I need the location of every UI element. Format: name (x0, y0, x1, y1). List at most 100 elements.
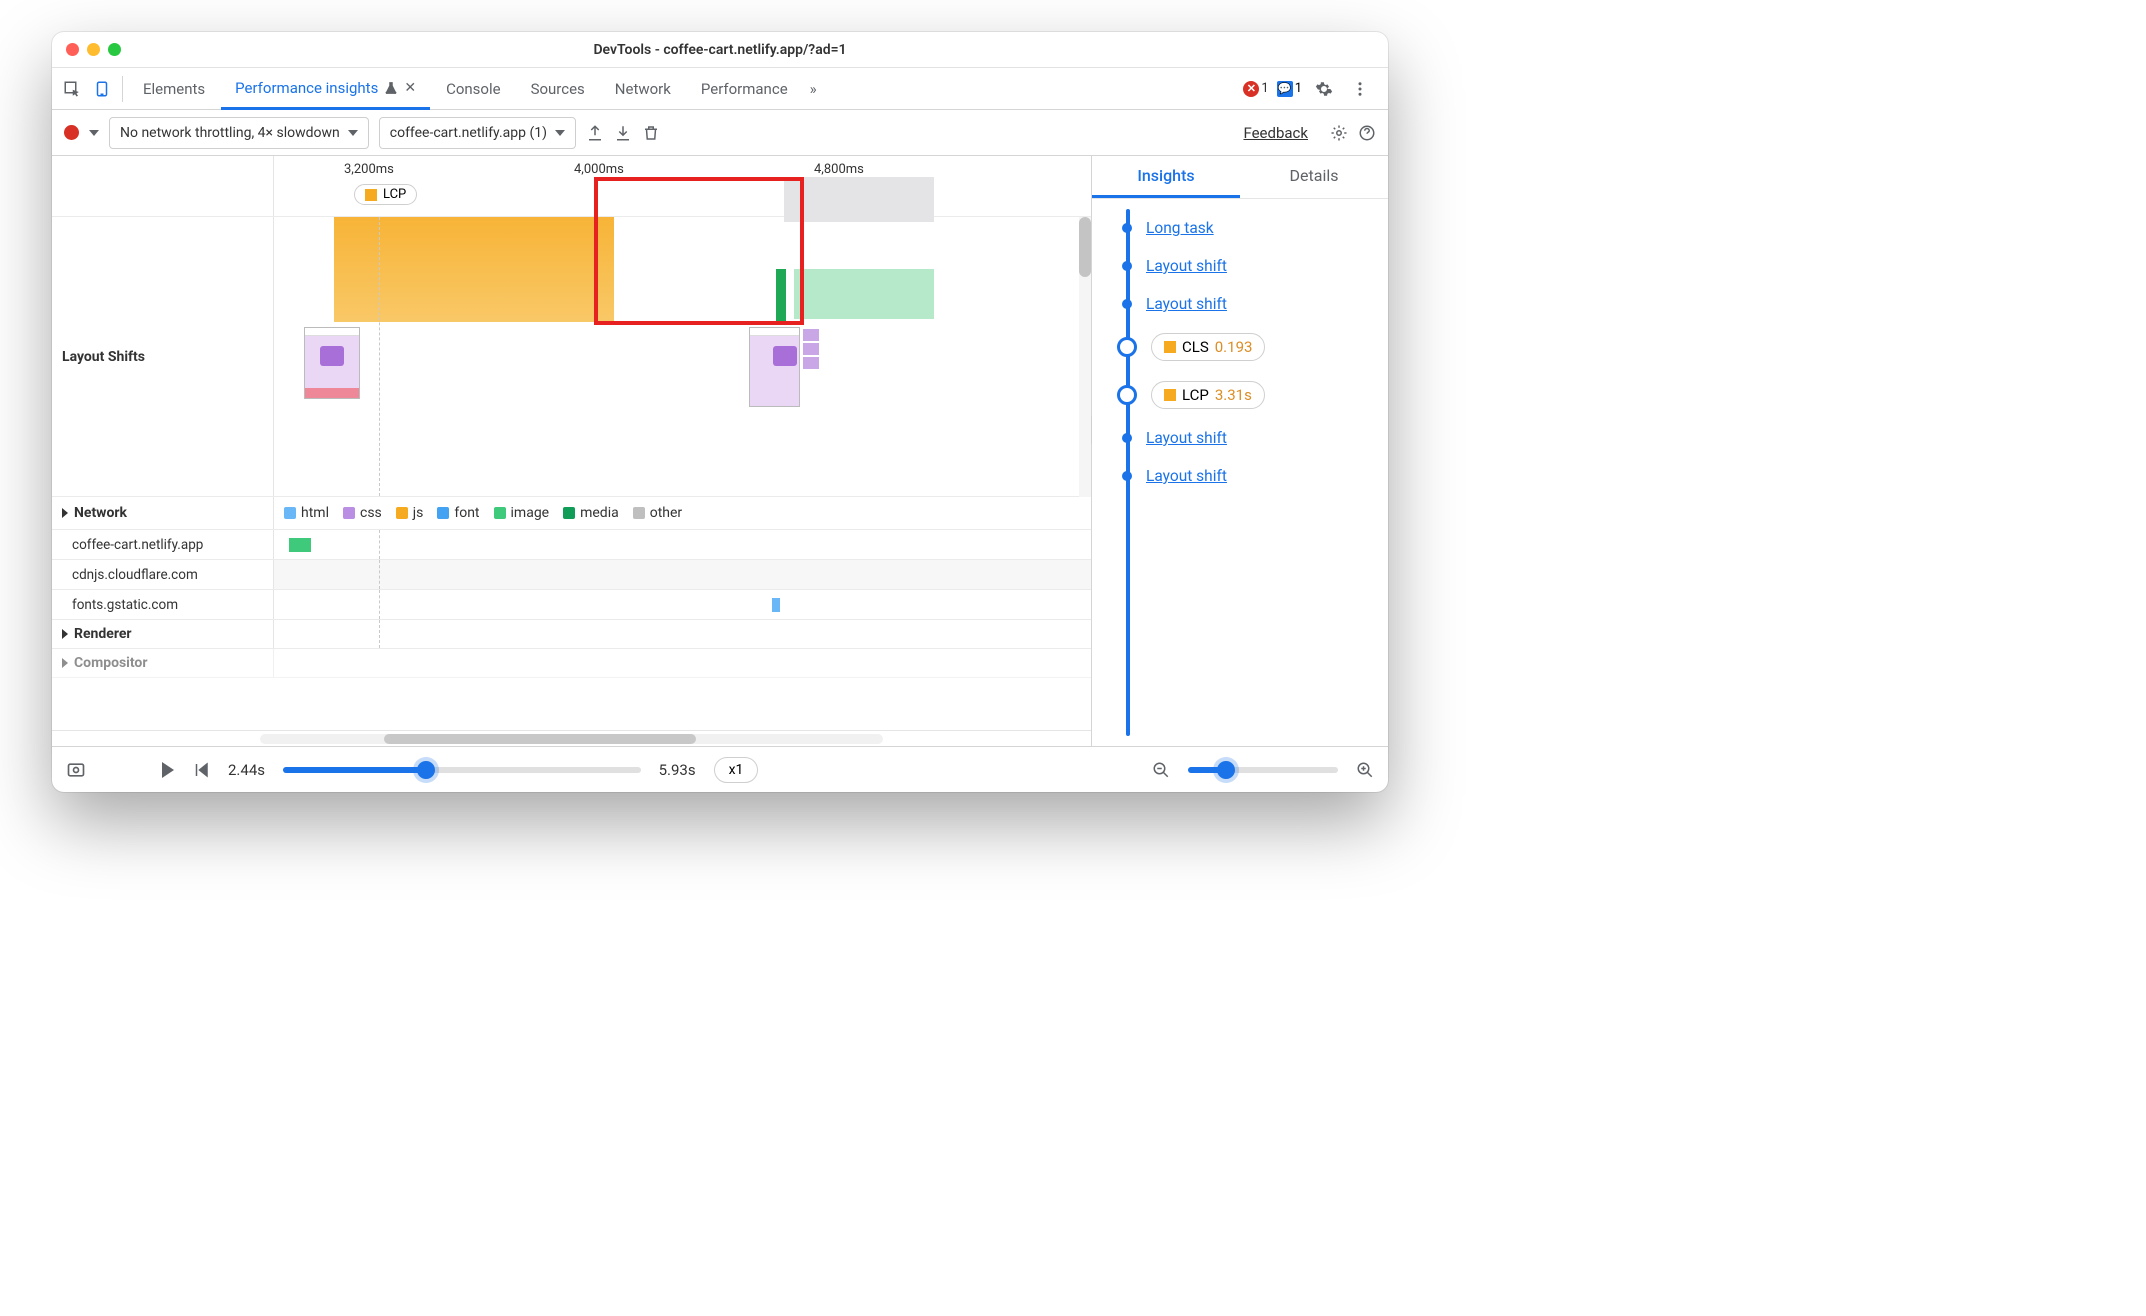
zoom-slider[interactable] (1188, 767, 1338, 773)
insight-link[interactable]: Layout shift (1146, 295, 1227, 313)
legend-other-icon (633, 507, 645, 519)
insight-link[interactable]: Layout shift (1146, 467, 1227, 485)
time-slider[interactable] (283, 767, 641, 773)
horizontal-scrollbar[interactable] (52, 730, 1091, 746)
settings-gear-icon[interactable] (1310, 75, 1338, 103)
recording-select[interactable]: coffee-cart.netlify.app (1) (379, 117, 576, 149)
inspect-icon[interactable] (58, 75, 86, 103)
legend-html-icon (284, 507, 296, 519)
green-block (794, 269, 934, 319)
insight-item[interactable]: Layout shift (1110, 285, 1388, 323)
recording-label: coffee-cart.netlify.app (1) (390, 125, 547, 141)
metric-chip[interactable]: LCP3.31s (1151, 381, 1265, 409)
compositor-label: Compositor (52, 649, 274, 677)
cls-block[interactable] (334, 217, 614, 322)
timeline-pane: › 3,200ms 4,000ms 4,800ms LCP (52, 156, 1092, 746)
vertical-scrollbar[interactable] (1079, 217, 1091, 497)
network-host-label: cdnjs.cloudflare.com (52, 560, 274, 589)
metric-chip[interactable]: CLS 0.193 (1151, 333, 1265, 361)
metric-color-icon (1164, 389, 1176, 401)
tab-performance-insights[interactable]: Performance insights ✕ (221, 68, 430, 110)
insight-item[interactable]: Layout shift (1110, 419, 1388, 457)
upload-icon[interactable] (586, 124, 604, 142)
message-count: 1 (1295, 81, 1302, 96)
disclosure-triangle-icon[interactable] (62, 658, 68, 668)
filmstrip-bg (784, 177, 934, 222)
insight-link[interactable]: Layout shift (1146, 429, 1227, 447)
record-menu-chevron-icon[interactable] (89, 130, 99, 136)
tabs-more[interactable]: » (804, 68, 823, 110)
titlebar: DevTools - coffee-cart.netlify.app/?ad=1 (52, 32, 1388, 68)
rewind-icon[interactable] (192, 761, 210, 779)
network-label[interactable]: Network (52, 497, 274, 529)
insight-item[interactable]: Layout shift (1110, 247, 1388, 285)
error-badge[interactable]: ✕ 1 (1243, 81, 1268, 97)
tab-details[interactable]: Details (1240, 156, 1388, 198)
tab-performance[interactable]: Performance (687, 68, 802, 110)
tab-elements[interactable]: Elements (129, 68, 219, 110)
feedback-link[interactable]: Feedback (1243, 124, 1308, 142)
compositor-track-header[interactable]: Compositor (52, 649, 1091, 678)
zoom-out-icon[interactable] (1152, 761, 1170, 779)
filmstrip-thumb[interactable] (749, 327, 821, 407)
maximize-window-icon[interactable] (108, 43, 121, 56)
tab-insights[interactable]: Insights (1092, 156, 1240, 198)
network-track-header: Network html css js font image media oth… (52, 497, 1091, 530)
filmstrip-thumb[interactable] (304, 327, 360, 399)
tab-network[interactable]: Network (601, 68, 685, 110)
network-host-row[interactable]: coffee-cart.netlify.app (52, 530, 1091, 560)
toggle-visibility-icon[interactable] (66, 760, 86, 780)
legend-font-icon (437, 507, 449, 519)
minimize-window-icon[interactable] (87, 43, 100, 56)
tab-sources[interactable]: Sources (517, 68, 599, 110)
toolbar-settings-gear-icon[interactable] (1330, 124, 1348, 142)
trash-icon[interactable] (642, 124, 660, 142)
error-count: 1 (1261, 81, 1268, 96)
throttling-label: No network throttling, 4× slowdown (120, 125, 340, 141)
network-host-label: fonts.gstatic.com (52, 590, 274, 619)
throttling-select[interactable]: No network throttling, 4× slowdown (109, 117, 369, 149)
network-request-marker[interactable] (289, 538, 311, 552)
close-window-icon[interactable] (66, 43, 79, 56)
record-button[interactable] (64, 125, 79, 140)
insight-item[interactable]: CLS 0.193 (1110, 323, 1388, 371)
tab-console[interactable]: Console (432, 68, 515, 110)
renderer-track-header[interactable]: Renderer (52, 620, 1091, 649)
insight-item[interactable]: Layout shift (1110, 457, 1388, 495)
insight-link[interactable]: Layout shift (1146, 257, 1227, 275)
metric-name: LCP (1182, 386, 1209, 404)
error-circle-icon: ✕ (1243, 81, 1259, 97)
device-toggle-icon[interactable] (88, 75, 116, 103)
metric-value: 0.193 (1215, 338, 1253, 356)
network-host-row[interactable]: fonts.gstatic.com (52, 590, 1091, 620)
insight-link[interactable]: Long task (1146, 219, 1214, 237)
kebab-menu-icon[interactable] (1346, 75, 1374, 103)
time-ruler-row: 3,200ms 4,000ms 4,800ms LCP (52, 156, 1091, 217)
network-host-row[interactable]: cdnjs.cloudflare.com (52, 560, 1091, 590)
play-button[interactable] (162, 762, 174, 778)
renderer-label: Renderer (52, 620, 274, 648)
lcp-marker-chip[interactable]: LCP (354, 184, 417, 205)
layout-shifts-timeline[interactable] (274, 217, 1091, 496)
help-icon[interactable] (1358, 124, 1376, 142)
legend-js-icon (396, 507, 408, 519)
speed-chip[interactable]: x1 (714, 757, 759, 783)
timeline-dot-icon (1122, 471, 1132, 481)
network-request-marker[interactable] (772, 598, 780, 612)
insight-item[interactable]: Long task (1110, 209, 1388, 247)
insight-item[interactable]: LCP3.31s (1110, 371, 1388, 419)
selection-frame[interactable] (594, 177, 804, 325)
download-icon[interactable] (614, 124, 632, 142)
time-tick: 4,000ms (574, 162, 624, 177)
metric-name: CLS (1182, 338, 1209, 356)
tab-close-icon[interactable]: ✕ (404, 80, 416, 96)
disclosure-triangle-icon[interactable] (62, 629, 68, 639)
disclosure-triangle-icon[interactable] (62, 508, 68, 518)
timeline-dot-icon (1117, 337, 1137, 357)
chevron-down-icon (555, 130, 565, 136)
insights-list[interactable]: Long task Layout shift Layout shift CLS 0.19… (1092, 199, 1388, 746)
zoom-in-icon[interactable] (1356, 761, 1374, 779)
layout-shifts-track: Layout Shifts (52, 217, 1091, 497)
message-badge[interactable]: 💬 1 (1277, 81, 1302, 97)
lcp-square-icon (365, 189, 377, 201)
